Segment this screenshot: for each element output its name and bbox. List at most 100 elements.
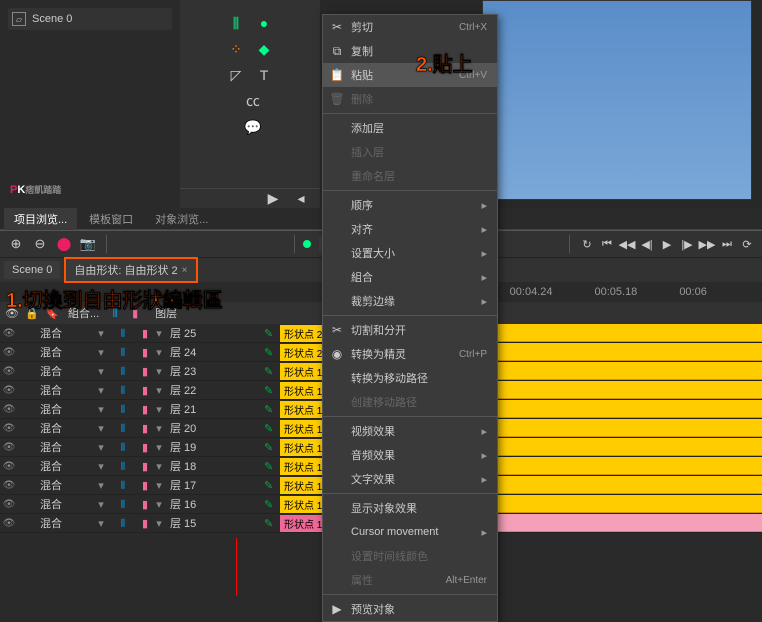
ellipse-tool-icon[interactable]: ● (253, 12, 275, 34)
blend-mode[interactable]: 混合 (36, 477, 94, 493)
play-small-icon[interactable]: ▶ (262, 188, 284, 210)
menu-create-path[interactable]: 创建移动路径 (323, 390, 497, 414)
bar-icon[interactable]: ▮ (138, 346, 152, 359)
wave-icon[interactable]: ⫼ (108, 347, 138, 358)
menu-add-layer[interactable]: 添加层 (323, 116, 497, 140)
menu-delete[interactable]: 🗑删除 (323, 87, 497, 111)
dots-icon[interactable]: ⁘ (225, 38, 247, 60)
menu-video-fx[interactable]: 视频效果▸ (323, 419, 497, 443)
wave-icon[interactable]: ⫼ (108, 518, 138, 529)
text-tool-icon[interactable]: T (253, 64, 275, 86)
menu-cut[interactable]: ✂剪切Ctrl+X (323, 15, 497, 39)
eye-icon[interactable]: 👁 (0, 480, 18, 491)
menu-insert-layer[interactable]: 插入层 (323, 140, 497, 164)
blend-mode[interactable]: 混合 (36, 344, 94, 360)
menu-set-size[interactable]: 设置大小▸ (323, 241, 497, 265)
loop-button[interactable]: ↻ (578, 235, 596, 253)
blend-mode[interactable]: 混合 (36, 363, 94, 379)
blend-mode[interactable]: 混合 (36, 382, 94, 398)
play-button[interactable]: ▶ (658, 235, 676, 253)
menu-show-fx[interactable]: 显示对象效果 (323, 496, 497, 520)
eye-icon[interactable]: 👁 (0, 328, 18, 339)
wave-icon[interactable]: ⫼ (108, 423, 138, 434)
close-icon[interactable]: × (182, 265, 188, 276)
wave-icon[interactable]: ⫼ (108, 404, 138, 415)
skip-end-button[interactable]: ⏭ (718, 235, 736, 253)
menu-rename-layer[interactable]: 重命名层 (323, 164, 497, 188)
menu-audio-fx[interactable]: 音频效果▸ (323, 443, 497, 467)
chevron-down-icon[interactable]: ▾ (94, 346, 108, 359)
menu-combine[interactable]: 組合▸ (323, 265, 497, 289)
chevron-down-icon[interactable]: ▾ (152, 403, 166, 416)
chevron-down-icon[interactable]: ▾ (152, 384, 166, 397)
bar-icon[interactable]: ▮ (138, 384, 152, 397)
eye-icon[interactable]: 👁 (0, 404, 18, 415)
blend-mode[interactable]: 混合 (36, 420, 94, 436)
bar-icon[interactable]: ▮ (138, 365, 152, 378)
chevron-down-icon[interactable]: ▾ (152, 479, 166, 492)
triangle-icon[interactable]: ◸ (225, 64, 247, 86)
scene-item[interactable]: ▱ Scene 0 (8, 8, 172, 30)
remove-button[interactable]: ⊖ (30, 234, 50, 254)
chevron-down-icon[interactable]: ▾ (152, 422, 166, 435)
menu-order[interactable]: 顺序▸ (323, 193, 497, 217)
chevron-down-icon[interactable]: ▾ (94, 441, 108, 454)
chevron-down-icon[interactable]: ▾ (94, 498, 108, 511)
tab-template[interactable]: 模板窗口 (79, 208, 143, 230)
menu-split[interactable]: ✂切割和分开 (323, 318, 497, 342)
add-button[interactable]: ⊕ (6, 234, 26, 254)
chevron-down-icon[interactable]: ▾ (152, 346, 166, 359)
chevron-down-icon[interactable]: ▾ (152, 327, 166, 340)
chevron-down-icon[interactable]: ▾ (94, 327, 108, 340)
skip-start-button[interactable]: ⏮ (598, 235, 616, 253)
wave-icon[interactable]: ⫼ (108, 385, 138, 396)
scene-tab-0[interactable]: Scene 0 (4, 261, 60, 279)
bar-icon[interactable]: ▮ (138, 460, 152, 473)
chat-tool-icon[interactable]: 💬 (242, 116, 264, 138)
menu-to-sprite[interactable]: ◉转换为精灵Ctrl+P (323, 342, 497, 366)
chevron-down-icon[interactable]: ▾ (94, 517, 108, 530)
bar-icon[interactable]: ▮ (138, 479, 152, 492)
bar-icon[interactable]: ▮ (138, 517, 152, 530)
chevron-down-icon[interactable]: ▾ (152, 365, 166, 378)
chevron-left-icon[interactable]: ◂ (290, 188, 312, 210)
chevron-down-icon[interactable]: ▾ (152, 441, 166, 454)
step-fwd-button[interactable]: |▶ (678, 235, 696, 253)
wave-icon[interactable]: ⫼ (108, 328, 138, 339)
bar-icon[interactable]: ▮ (138, 498, 152, 511)
menu-align[interactable]: 对齐▸ (323, 217, 497, 241)
diamond-tool-icon[interactable]: ◆ (253, 38, 275, 60)
eye-icon[interactable]: 👁 (0, 461, 18, 472)
bar-icon[interactable]: ▮ (138, 327, 152, 340)
bar-icon[interactable]: ▮ (138, 403, 152, 416)
chevron-down-icon[interactable]: ▾ (94, 384, 108, 397)
bar-icon[interactable]: ▮ (138, 441, 152, 454)
blend-mode[interactable]: 混合 (36, 439, 94, 455)
menu-timeline-color[interactable]: 设置时间线颜色 (323, 544, 497, 568)
eye-icon[interactable]: 👁 (0, 518, 18, 529)
cc-icon[interactable]: ㏄ (242, 90, 264, 112)
menu-properties[interactable]: 属性Alt+Enter (323, 568, 497, 592)
wave-icon[interactable]: ⫼ (108, 366, 138, 377)
menu-crop-edges[interactable]: 裁剪边缘▸ (323, 289, 497, 313)
record-button[interactable]: ⬤ (54, 234, 74, 254)
tab-object[interactable]: 对象浏览... (145, 208, 218, 230)
blend-mode[interactable]: 混合 (36, 496, 94, 512)
scene-tab-freeform[interactable]: 自由形状: 自由形状 2 × (64, 257, 197, 283)
blend-mode[interactable]: 混合 (36, 515, 94, 531)
blend-mode[interactable]: 混合 (36, 325, 94, 341)
menu-to-path[interactable]: 转换为移动路径 (323, 366, 497, 390)
eye-icon[interactable]: 👁 (0, 499, 18, 510)
chevron-down-icon[interactable]: ▾ (94, 403, 108, 416)
bar-icon[interactable]: ▮ (138, 422, 152, 435)
playhead[interactable] (236, 538, 237, 596)
wave-icon[interactable]: ⫼ (108, 499, 138, 510)
eye-icon[interactable]: 👁 (0, 347, 18, 358)
rewind-button[interactable]: ◀◀ (618, 235, 636, 253)
menu-text-fx[interactable]: 文字效果▸ (323, 467, 497, 491)
blend-mode[interactable]: 混合 (36, 401, 94, 417)
eye-icon[interactable]: 👁 (0, 423, 18, 434)
chevron-down-icon[interactable]: ▾ (94, 365, 108, 378)
forward-button[interactable]: ▶▶ (698, 235, 716, 253)
eye-icon[interactable]: 👁 (0, 366, 18, 377)
